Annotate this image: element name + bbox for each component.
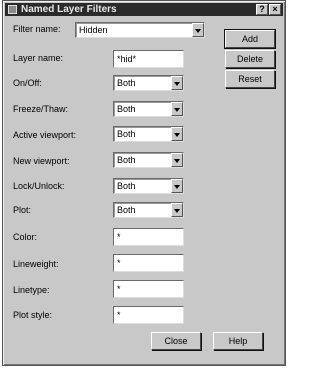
chevron-down-icon — [195, 29, 201, 33]
plot-value: Both — [117, 205, 136, 215]
add-button[interactable]: Add — [224, 29, 276, 49]
plot-style-label: Plot style: — [13, 310, 53, 320]
lineweight-value: * — [117, 258, 121, 268]
on-off-value: Both — [117, 78, 136, 88]
lineweight-label: Lineweight: — [13, 259, 59, 269]
linetype-value: * — [117, 284, 121, 294]
filter-name-combo[interactable]: Hidden — [75, 22, 205, 38]
app-icon — [8, 5, 17, 14]
lock-unlock-label: Lock/Unlock: — [13, 181, 65, 191]
chevron-down-icon — [174, 185, 180, 189]
plot-style-input[interactable]: * — [113, 306, 184, 324]
lock-unlock-value: Both — [117, 181, 136, 191]
color-value: * — [117, 232, 121, 242]
chevron-down-icon — [174, 209, 180, 213]
freeze-thaw-value: Both — [117, 104, 136, 114]
active-viewport-value: Both — [117, 129, 136, 139]
plot-label: Plot: — [13, 205, 32, 215]
freeze-thaw-combo[interactable]: Both — [113, 101, 184, 117]
layer-name-value: *hid* — [117, 54, 137, 64]
chevron-down-icon — [174, 108, 180, 112]
chevron-down-icon — [174, 159, 180, 163]
lock-unlock-combo[interactable]: Both — [113, 178, 184, 194]
new-viewport-combo[interactable]: Both — [113, 152, 184, 168]
plot-dropdown-button[interactable] — [171, 203, 183, 217]
plot-style-value: * — [117, 310, 121, 320]
reset-button[interactable]: Reset — [225, 70, 275, 88]
named-layer-filters-dialog: Named Layer Filters ? × Filter name: Hid… — [2, 0, 286, 366]
filter-name-value: Hidden — [79, 25, 108, 35]
window-title: Named Layer Filters — [21, 4, 117, 15]
chevron-down-icon — [174, 82, 180, 86]
new-viewport-value: Both — [117, 155, 136, 165]
active-viewport-dropdown-button[interactable] — [171, 127, 183, 141]
filter-name-dropdown-button[interactable] — [192, 23, 204, 37]
active-viewport-combo[interactable]: Both — [113, 126, 184, 142]
freeze-thaw-dropdown-button[interactable] — [171, 102, 183, 116]
lineweight-input[interactable]: * — [113, 254, 184, 272]
layer-name-label: Layer name: — [13, 53, 64, 63]
delete-button[interactable]: Delete — [225, 50, 275, 68]
chevron-down-icon — [174, 133, 180, 137]
on-off-combo[interactable]: Both — [113, 75, 184, 91]
on-off-dropdown-button[interactable] — [171, 76, 183, 90]
layer-name-input[interactable]: *hid* — [113, 50, 184, 68]
filter-name-label: Filter name: — [13, 24, 61, 34]
on-off-label: On/Off: — [13, 78, 42, 88]
active-viewport-label: Active viewport: — [13, 130, 77, 140]
color-label: Color: — [13, 232, 38, 242]
linetype-input[interactable]: * — [113, 280, 184, 298]
close-title-button[interactable]: × — [269, 4, 281, 15]
freeze-thaw-label: Freeze/Thaw: — [13, 104, 69, 114]
lock-unlock-dropdown-button[interactable] — [171, 179, 183, 193]
help-title-button[interactable]: ? — [256, 4, 268, 15]
title-bar[interactable]: Named Layer Filters ? × — [5, 3, 283, 16]
linetype-label: Linetype: — [13, 285, 50, 295]
new-viewport-dropdown-button[interactable] — [171, 153, 183, 167]
new-viewport-label: New viewport: — [13, 156, 70, 166]
color-input[interactable]: * — [113, 228, 184, 246]
help-button[interactable]: Help — [213, 332, 263, 350]
plot-combo[interactable]: Both — [113, 202, 184, 218]
close-button[interactable]: Close — [151, 332, 201, 350]
